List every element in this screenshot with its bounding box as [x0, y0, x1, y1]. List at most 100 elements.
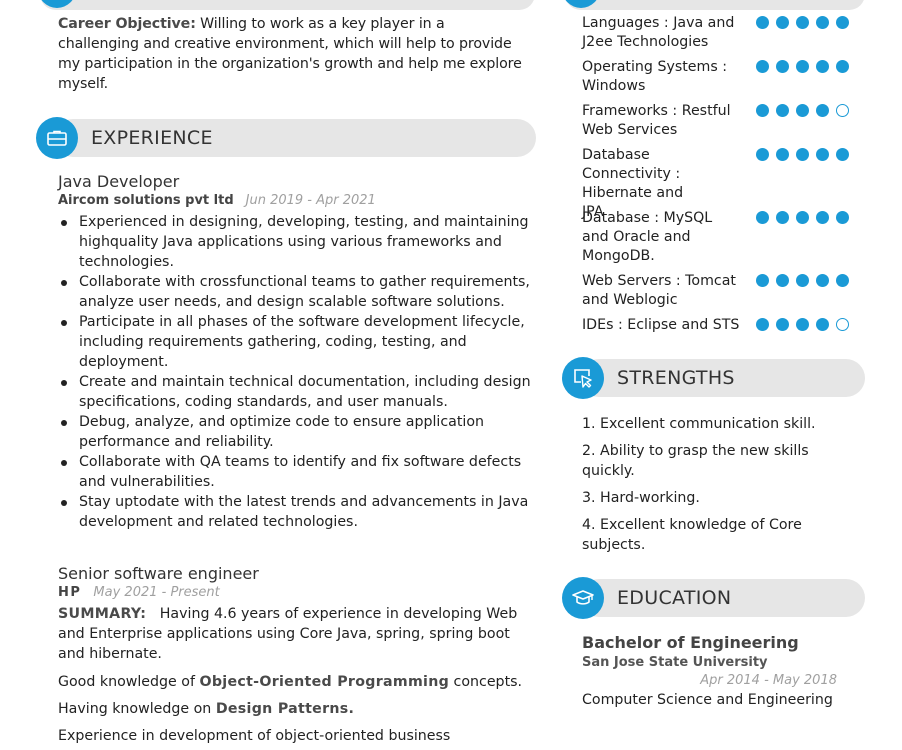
rating-dot-filled: [796, 211, 809, 224]
rating-dot-filled: [756, 318, 769, 331]
list-item: 4. Excellent knowledge of Core subjects.: [582, 517, 802, 553]
list-item: Debug, analyze, and optimize code to ens…: [58, 412, 533, 452]
rating-dot-filled: [816, 318, 829, 331]
rating-dot-filled: [816, 274, 829, 287]
skill-name: Languages : Java and J2ee Technologies: [582, 15, 735, 50]
experience-section-header: EXPERIENCE: [36, 117, 536, 159]
list-item: Stay uptodate with the latest trends and…: [58, 492, 533, 532]
rating-dot-filled: [816, 16, 829, 29]
left-column: Career Objective: Willing to work as a k…: [0, 0, 550, 750]
briefcase-icon: [36, 117, 78, 159]
rating-dot-filled: [756, 211, 769, 224]
education-dates: Apr 2014 - May 2018: [700, 673, 837, 688]
job-title: Senior software engineer: [58, 564, 259, 583]
skill-name: Database : MySQL and Oracle and MongoDB.: [582, 210, 713, 264]
job-dates: May 2021 - Present: [93, 585, 220, 600]
rating-dot-empty: [836, 318, 849, 331]
strengths-list: 1. Excellent communication skill. 2. Abi…: [582, 414, 842, 562]
job-dates: Jun 2019 - Apr 2021: [245, 193, 376, 208]
skill-row: Operating Systems : Windows: [582, 58, 882, 96]
rating-dot-filled: [776, 16, 789, 29]
list-item: 2. Ability to grasp the new skills quick…: [582, 443, 809, 479]
rating-dot-filled: [836, 211, 849, 224]
skill-name: IDEs : Eclipse and STS: [582, 317, 740, 333]
list-item: Create and maintain technical documentat…: [58, 372, 533, 412]
design-patterns-knowledge: Having knowledge on Design Patterns.: [58, 699, 533, 719]
skill-rating: [756, 16, 849, 29]
business-experience: Experience in development of object-orie…: [58, 728, 451, 744]
strengths-section-header: STRENGTHS: [562, 357, 865, 399]
skill-rating: [756, 318, 849, 331]
highlight: Design Patterns.: [215, 701, 355, 717]
job-meta: HP May 2021 - Present: [58, 585, 220, 600]
list-item: Collaborate with QA teams to identify an…: [58, 452, 533, 492]
rating-dot-filled: [776, 148, 789, 161]
skill-rating: [756, 211, 849, 224]
job-meta: Aircom solutions pvt ltd Jun 2019 - Apr 2…: [58, 193, 376, 208]
right-column: Languages : Java and J2ee Technologies O…: [550, 0, 902, 750]
rating-dot-filled: [756, 60, 769, 73]
job-summary: SUMMARY: Having 4.6 years of experience …: [58, 604, 533, 664]
skill-row: IDEs : Eclipse and STS: [582, 316, 882, 335]
education-school: San Jose State University: [582, 655, 768, 670]
rating-dot-filled: [796, 318, 809, 331]
education-degree: Bachelor of Engineering: [582, 633, 799, 652]
career-objective-label: Career Objective:: [58, 16, 196, 32]
career-objective: Career Objective: Willing to work as a k…: [58, 14, 528, 94]
rating-dot-filled: [796, 104, 809, 117]
rating-dot-filled: [776, 104, 789, 117]
text: Good knowledge of: [58, 674, 200, 690]
list-item: 3. Hard-working.: [582, 490, 700, 506]
summary-label: SUMMARY:: [58, 606, 147, 622]
cursor-click-icon: [562, 357, 604, 399]
education-field: Computer Science and Engineering: [582, 692, 833, 708]
rating-dot-filled: [756, 16, 769, 29]
graduation-cap-icon: [562, 577, 604, 619]
rating-dot-filled: [756, 148, 769, 161]
previous-section-bar: [40, 0, 535, 10]
skills-section-bar: [565, 0, 865, 10]
skill-row: Frameworks : Restful Web Services: [582, 102, 882, 140]
rating-dot-filled: [796, 148, 809, 161]
rating-dot-filled: [836, 16, 849, 29]
skill-name: Web Servers : Tomcat and Weblogic: [582, 273, 736, 308]
skill-rating: [756, 274, 849, 287]
rating-dot-filled: [816, 148, 829, 161]
rating-dot-filled: [796, 274, 809, 287]
job-title: Java Developer: [58, 172, 180, 191]
rating-dot-filled: [816, 211, 829, 224]
highlight: Object-Oriented Programming: [199, 674, 450, 690]
rating-dot-filled: [836, 60, 849, 73]
list-item: Collaborate with crossfunctional teams t…: [58, 272, 533, 312]
list-item: Experienced in designing, developing, te…: [58, 212, 533, 272]
education-heading: EDUCATION: [617, 587, 732, 609]
rating-dot-filled: [776, 274, 789, 287]
rating-dot-filled: [756, 104, 769, 117]
skill-name: Frameworks : Restful Web Services: [582, 103, 731, 138]
rating-dot-filled: [776, 60, 789, 73]
rating-dot-empty: [836, 104, 849, 117]
rating-dot-filled: [776, 318, 789, 331]
rating-dot-filled: [816, 104, 829, 117]
skill-name: Operating Systems : Windows: [582, 59, 728, 94]
oop-knowledge: Good knowledge of Object-Oriented Progra…: [58, 672, 533, 692]
education-section-header: EDUCATION: [562, 577, 865, 619]
rating-dot-filled: [836, 148, 849, 161]
job-responsibilities: Experienced in designing, developing, te…: [58, 212, 533, 532]
rating-dot-filled: [756, 274, 769, 287]
skill-rating: [756, 148, 849, 161]
experience-heading: EXPERIENCE: [91, 127, 213, 149]
rating-dot-filled: [816, 60, 829, 73]
skill-rating: [756, 60, 849, 73]
rating-dot-filled: [836, 274, 849, 287]
skill-rating: [756, 104, 849, 117]
rating-dot-filled: [796, 16, 809, 29]
strengths-heading: STRENGTHS: [617, 367, 735, 389]
rating-dot-filled: [796, 60, 809, 73]
list-item: 1. Excellent communication skill.: [582, 416, 816, 432]
rating-dot-filled: [776, 211, 789, 224]
skill-row: Database : MySQL and Oracle and MongoDB.: [582, 209, 882, 266]
company-name: HP: [58, 585, 82, 600]
list-item: Participate in all phases of the softwar…: [58, 312, 533, 372]
text: concepts.: [449, 674, 523, 690]
